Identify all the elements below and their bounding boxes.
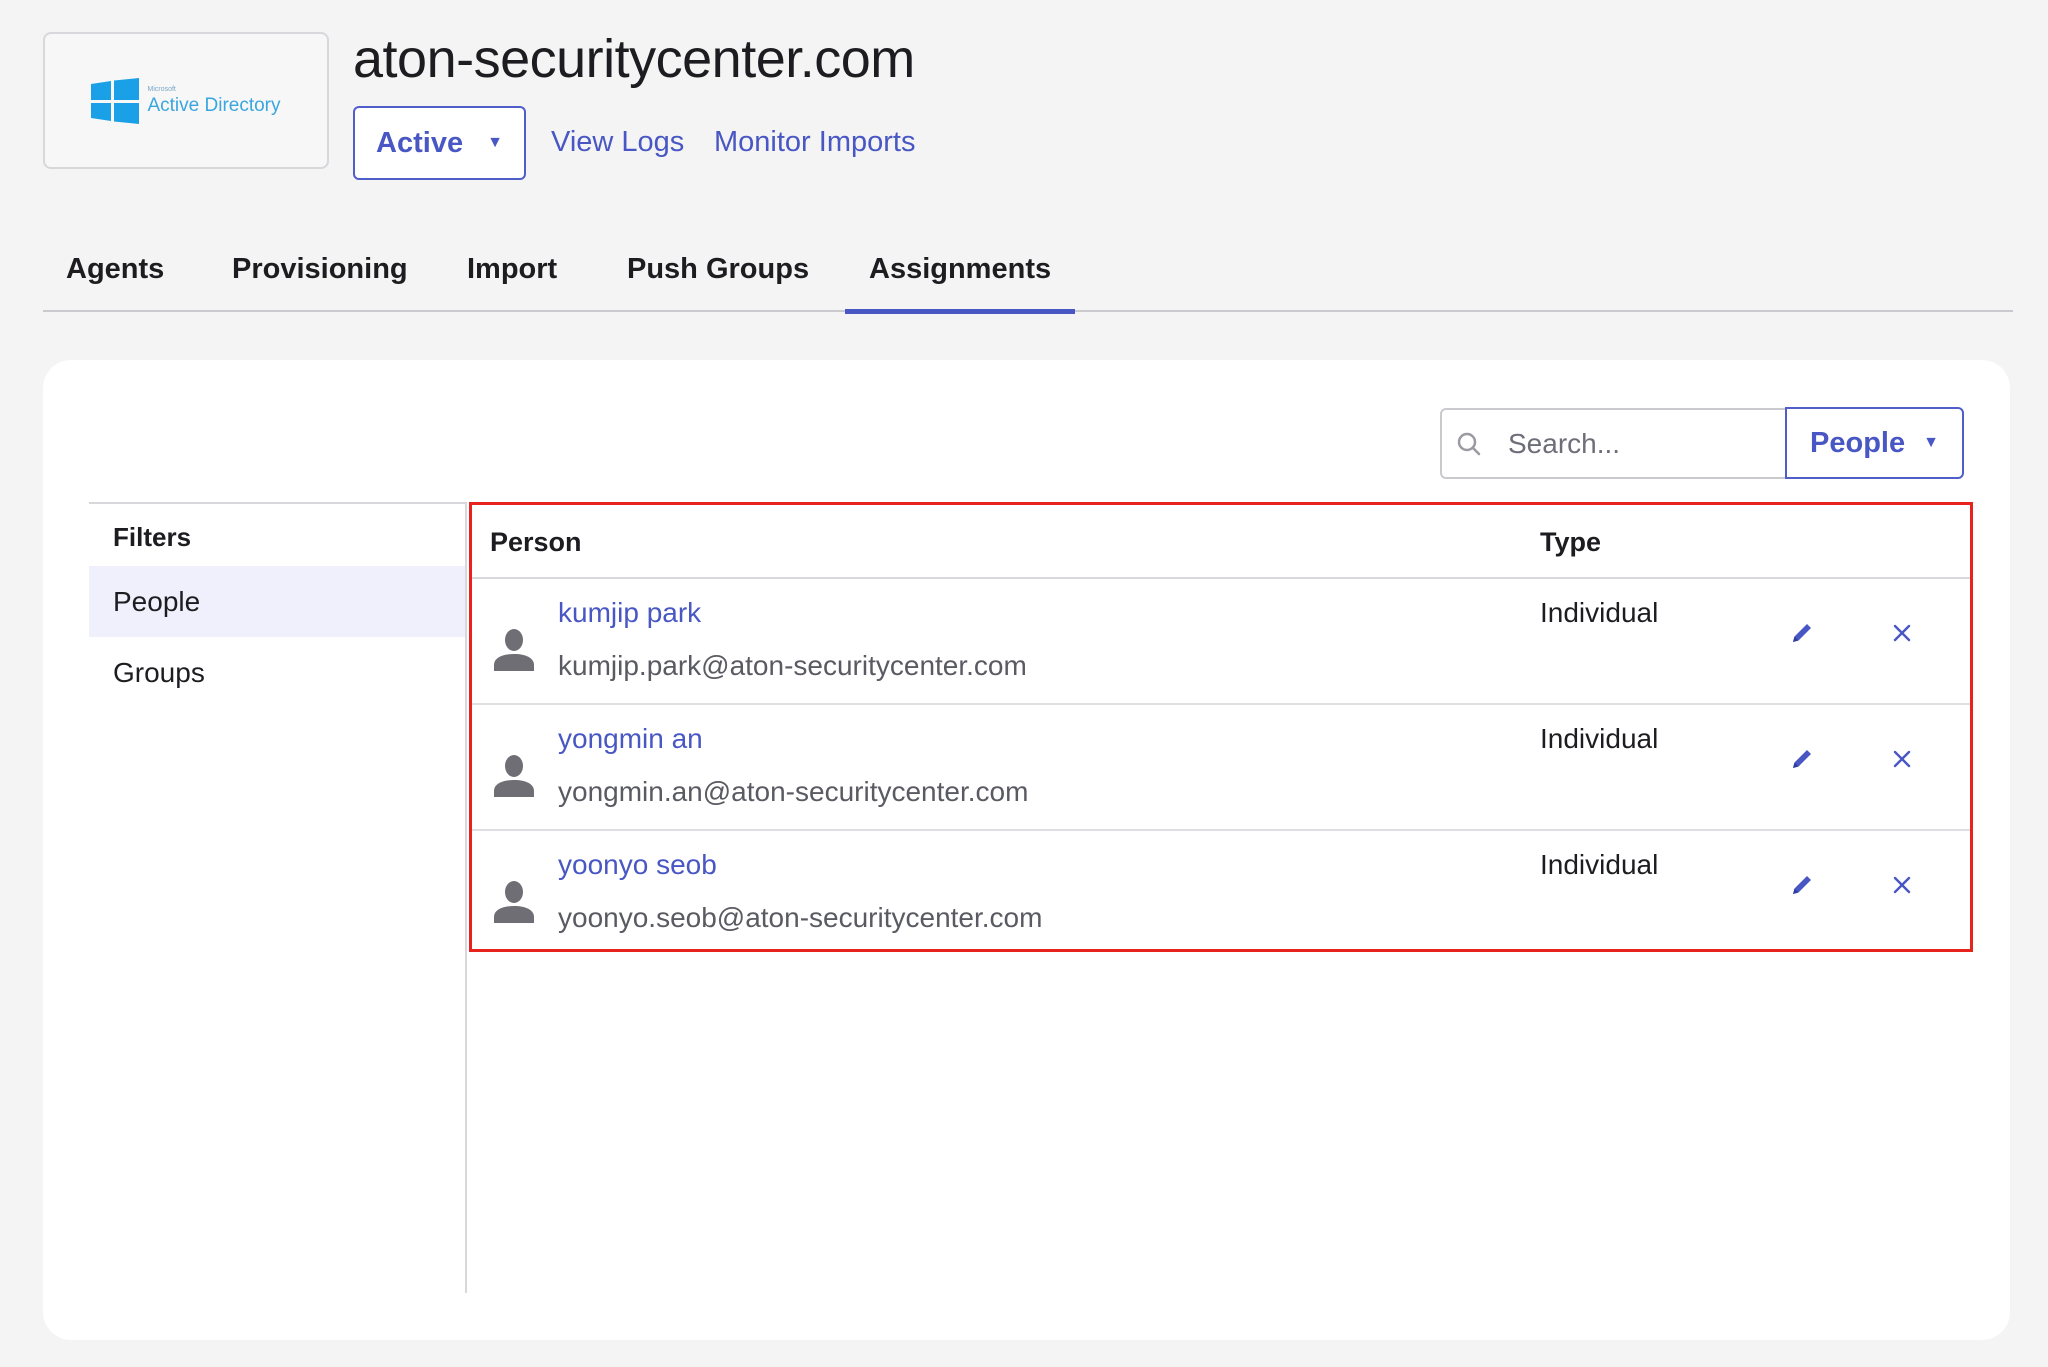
caret-down-icon: ▼ — [1923, 434, 1939, 451]
person-email: yongmin.an@aton-securitycenter.com — [558, 776, 1029, 807]
app-page: Microsoft Active Directory aton-security… — [0, 0, 2048, 1367]
monitor-imports-link[interactable]: Monitor Imports — [714, 126, 915, 159]
view-logs-link[interactable]: View Logs — [551, 126, 684, 159]
user-avatar-icon — [492, 879, 536, 928]
person-name-link[interactable]: kumjip park — [558, 597, 701, 629]
edit-pencil-icon[interactable] — [1782, 865, 1822, 905]
search-box — [1440, 408, 1786, 479]
assignment-type-label: People — [1810, 426, 1906, 459]
assignment-type-dropdown[interactable]: People ▼ — [1785, 407, 1964, 479]
status-label: Active — [376, 126, 464, 159]
person-email: kumjip.park@aton-securitycenter.com — [558, 650, 1027, 681]
assignment-type: Individual — [1540, 597, 1659, 628]
edit-pencil-icon[interactable] — [1782, 613, 1822, 653]
divider — [465, 502, 467, 1293]
logo-vendor-text: Microsoft — [147, 86, 176, 93]
page-title: aton-securitycenter.com — [353, 29, 915, 89]
remove-x-icon[interactable] — [1882, 865, 1922, 905]
table-row: kumjip park kumjip.park@aton-securitycen… — [472, 579, 1970, 705]
filter-item-groups[interactable]: Groups — [89, 637, 466, 708]
filter-item-people[interactable]: People — [89, 566, 466, 637]
tab-bar: Agents Provisioning Import Push Groups A… — [43, 240, 2013, 314]
remove-x-icon[interactable] — [1882, 613, 1922, 653]
table-row: yoonyo seob yoonyo.seob@aton-securitycen… — [472, 831, 1970, 957]
status-dropdown-button[interactable]: Active ▼ — [353, 106, 526, 180]
user-avatar-icon — [492, 753, 536, 802]
app-logo: Microsoft Active Directory — [43, 32, 329, 169]
tab-import[interactable]: Import — [467, 240, 557, 312]
person-name-link[interactable]: yongmin an — [558, 723, 703, 755]
assignments-table: Person Type kumjip park kumjip.park@aton… — [469, 502, 1973, 952]
tab-provisioning[interactable]: Provisioning — [232, 240, 408, 312]
user-avatar-icon — [492, 627, 536, 676]
filters-title: Filters — [113, 522, 192, 552]
tab-agents[interactable]: Agents — [66, 240, 164, 312]
edit-pencil-icon[interactable] — [1782, 739, 1822, 779]
table-row: yongmin an yongmin.an@aton-securitycente… — [472, 705, 1970, 831]
tab-push-groups[interactable]: Push Groups — [627, 240, 809, 312]
remove-x-icon[interactable] — [1882, 739, 1922, 779]
person-email: yoonyo.seob@aton-securitycenter.com — [558, 902, 1043, 933]
tab-assignments[interactable]: Assignments — [844, 240, 1076, 314]
person-name-link[interactable]: yoonyo seob — [558, 849, 717, 881]
caret-down-icon: ▼ — [487, 134, 503, 151]
logo-product-name: Active Directory — [147, 95, 281, 116]
search-icon — [1456, 431, 1482, 457]
search-input[interactable] — [1508, 427, 1728, 460]
windows-logo-icon — [91, 77, 140, 124]
table-header: Person Type — [472, 505, 1970, 579]
logo-text: Microsoft Active Directory — [147, 86, 280, 115]
filters-sidebar: Filters People Groups — [89, 502, 466, 708]
assignment-type: Individual — [1540, 849, 1659, 880]
column-header-type: Type — [1540, 527, 1602, 557]
column-header-person: Person — [490, 527, 582, 557]
assignment-type: Individual — [1540, 723, 1659, 754]
